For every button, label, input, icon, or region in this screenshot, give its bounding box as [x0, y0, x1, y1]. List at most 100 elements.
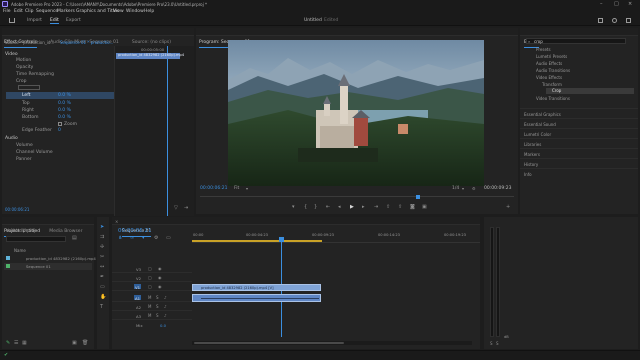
solo-button-l[interactable]: S	[490, 341, 493, 346]
tree-video-effects[interactable]: Video Effects	[536, 75, 562, 80]
workspace-tab-import[interactable]: Import	[27, 18, 42, 23]
eye-icon[interactable]: ◉	[158, 266, 162, 271]
play-icon[interactable]: ▶	[350, 205, 354, 210]
panel-markers[interactable]: Markers	[524, 152, 540, 157]
menu-markers[interactable]: Markers	[57, 9, 75, 14]
menu-edit[interactable]: Edit	[14, 9, 23, 14]
lock-icon[interactable]: ▢	[148, 266, 152, 271]
pencil-icon[interactable]: ✎	[6, 341, 10, 346]
program-quality-select[interactable]: 1/4	[452, 186, 459, 191]
tree-video-transitions[interactable]: Video Transitions	[536, 96, 570, 101]
type-tool-icon[interactable]: T	[100, 305, 103, 310]
program-zoom-select[interactable]: Fit	[234, 186, 239, 191]
ec-mini-timeline[interactable]: 00:00:05:00 production_id 4832982 (2160p…	[114, 46, 194, 216]
add-button-icon[interactable]: +	[506, 205, 510, 210]
tree-transform[interactable]: Transform	[542, 82, 562, 87]
maximize-button[interactable]: □	[614, 1, 619, 7]
program-scrub-bar[interactable]	[200, 195, 514, 200]
workspace-tab-edit[interactable]: Edit	[50, 18, 59, 24]
menu-view[interactable]: View	[113, 9, 124, 14]
solo-icon[interactable]: S	[156, 295, 159, 300]
menu-window[interactable]: Window	[126, 9, 144, 14]
minimize-button[interactable]: –	[600, 1, 603, 7]
lock-icon[interactable]: ▢	[148, 275, 152, 280]
lift-icon[interactable]: ⇧	[386, 205, 390, 210]
go-to-out-icon[interactable]: ⇥	[374, 205, 378, 210]
delete-icon[interactable]: 🗑	[82, 341, 88, 346]
fx-crop[interactable]: Crop	[16, 79, 27, 84]
list-view-icon[interactable]: ☰	[14, 341, 18, 346]
timeline-timecode[interactable]: 00:00:06:21	[118, 228, 152, 234]
crop-right-value[interactable]: 0.0 %	[58, 108, 71, 113]
close-button[interactable]: ×	[628, 1, 632, 7]
tree-audio-effects[interactable]: Audio Effects	[536, 61, 562, 66]
fx-opacity[interactable]: Opacity	[16, 65, 33, 70]
audio-clip-a1[interactable]	[192, 294, 321, 302]
quick-export-icon[interactable]	[598, 18, 603, 23]
ripple-edit-icon[interactable]: ✢	[100, 245, 104, 250]
panel-libraries[interactable]: Libraries	[524, 142, 541, 147]
track-select-icon[interactable]: ⇉	[100, 235, 104, 240]
new-item-icon[interactable]: ▣	[72, 341, 77, 346]
zoom-dropdown-icon[interactable]: ▾	[246, 186, 248, 191]
tree-lumetri-presets[interactable]: Lumetri Presets	[536, 54, 567, 59]
solo-icon[interactable]: S	[156, 313, 159, 318]
step-back-icon[interactable]: ◂	[338, 205, 341, 210]
compare-icon[interactable]: ▣	[422, 205, 427, 210]
menu-help[interactable]: Help	[144, 9, 154, 14]
program-playhead[interactable]	[416, 195, 420, 199]
selection-tool-icon[interactable]: ➤	[100, 225, 104, 230]
solo-button-r[interactable]: S	[496, 341, 499, 346]
tree-crop-row[interactable]: Crop	[546, 88, 634, 94]
hand-tool-icon[interactable]: ✋	[100, 295, 106, 300]
panel-essential-sound[interactable]: Essential Sound	[524, 122, 556, 127]
step-forward-icon[interactable]: ▸	[362, 205, 365, 210]
fx-panner[interactable]: Panner	[16, 157, 32, 162]
mark-out-icon[interactable]: }	[314, 205, 317, 210]
mute-icon[interactable]: M	[148, 304, 151, 309]
wrench-icon[interactable]: ⚙	[472, 186, 476, 191]
snap-icon[interactable]: ⋔	[118, 236, 122, 241]
edge-feather-value[interactable]: 0	[58, 128, 61, 133]
mute-icon[interactable]: M	[148, 313, 151, 318]
captions-icon[interactable]: ▭	[166, 236, 171, 241]
crop-left-value[interactable]: 0.0 %	[58, 93, 71, 98]
notifications-icon[interactable]	[612, 18, 617, 23]
filter-icon[interactable]: ▽	[174, 206, 178, 211]
quality-dropdown-icon[interactable]: ▾	[462, 186, 464, 191]
effects-search-input[interactable]: ⌕ crop	[526, 38, 626, 44]
fx-mask-tools[interactable]	[18, 85, 40, 90]
pen-tool-icon[interactable]: ✒	[100, 275, 104, 280]
razor-tool-icon[interactable]: ✂	[100, 255, 104, 260]
ec-playhead[interactable]	[167, 46, 168, 216]
camera-icon[interactable]: ◙	[410, 205, 415, 210]
fx-motion[interactable]: Motion	[16, 58, 31, 63]
fx-channel-volume[interactable]: Channel Volume	[16, 150, 53, 155]
home-icon[interactable]	[9, 18, 15, 23]
linked-icon[interactable]: ∞	[130, 236, 134, 241]
go-to-in-icon[interactable]: ⇤	[326, 205, 330, 210]
icon-view-icon[interactable]: ▦	[22, 341, 27, 346]
ec-clip-chip[interactable]: production_id 4832982 (2160p).mp4	[116, 53, 184, 59]
project-search[interactable]	[6, 236, 66, 242]
mark-in-icon[interactable]: {	[304, 205, 307, 210]
slip-tool-icon[interactable]: ↔	[100, 265, 104, 270]
project-item-sequence[interactable]: Sequence 01	[4, 263, 92, 270]
zoom-checkbox[interactable]	[58, 122, 62, 126]
crop-bottom-value[interactable]: 0.0 %	[58, 115, 71, 120]
new-bin-icon[interactable]: ▤	[72, 236, 77, 241]
mic-icon[interactable]: ♪	[164, 295, 167, 300]
add-marker-icon[interactable]: ▾	[142, 236, 145, 241]
extract-icon[interactable]: ⇪	[398, 205, 402, 210]
mute-icon[interactable]: M	[148, 295, 151, 300]
lock-icon[interactable]: ▢	[148, 284, 152, 289]
menu-clip[interactable]: Clip	[25, 9, 34, 14]
timeline-ruler[interactable]: 00:00 00:00:04:23 00:00:09:23 00:00:14:2…	[192, 231, 480, 243]
fullscreen-icon[interactable]	[626, 18, 631, 23]
solo-icon[interactable]: S	[156, 304, 159, 309]
menu-sequence[interactable]: Sequence	[36, 9, 58, 14]
menu-file[interactable]: File	[3, 9, 11, 14]
tab-media-browser[interactable]: Media Browser	[49, 228, 82, 236]
workspace-tab-export[interactable]: Export	[66, 18, 81, 23]
fx-volume[interactable]: Volume	[16, 143, 33, 148]
